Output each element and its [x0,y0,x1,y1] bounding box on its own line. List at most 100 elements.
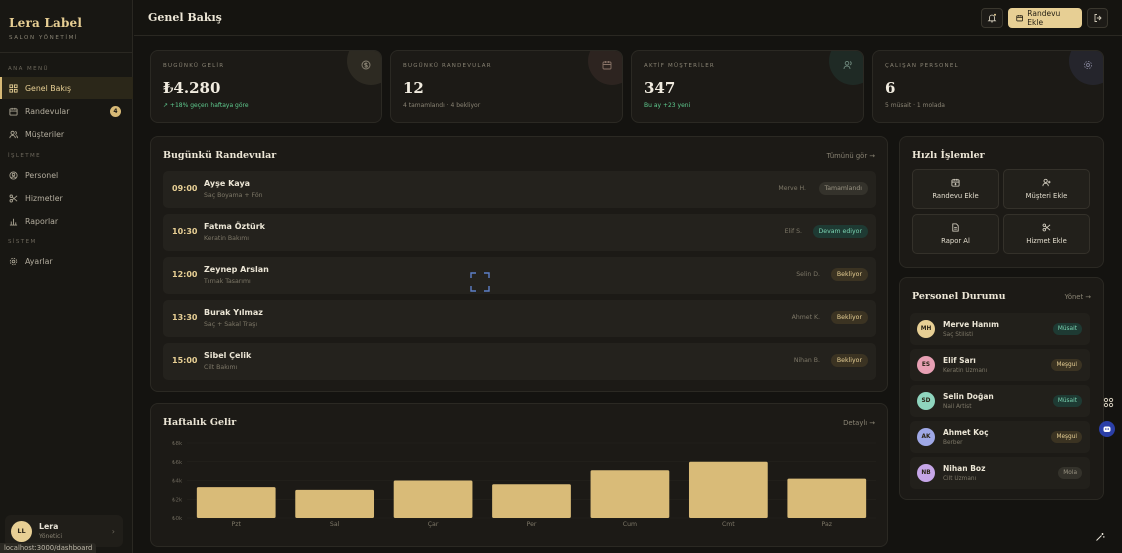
staff-name: Selin D. [796,271,820,278]
bar-chart-icon [9,218,18,226]
section-label-ops: İŞLETME [8,153,42,159]
logout-button[interactable] [1087,8,1108,28]
bar-Cmt[interactable] [688,461,768,518]
appointment-row[interactable]: 09:00 Ayşe Kaya Saç Boyama + Fön Merve H… [163,171,876,208]
x-tick-label: Cum [623,521,637,528]
staff-name: Merve Hanım [943,320,999,329]
service-name: Saç Boyama + Fön [204,192,263,199]
appointment-time: 09:00 [172,184,198,193]
weekly-revenue-panel: Haftalık Gelir Detaylı → ₺0k ₺2k ₺4k ₺6k ₺8k… [150,403,888,547]
sidebar-item-label: Müşteriler [25,129,65,139]
x-tick-label: Paz [822,521,833,528]
staff-row[interactable]: MH Merve Hanım Saç Stilisti Müsait [910,313,1090,345]
staff-name: Merve H. [778,185,806,192]
staff-row[interactable]: AK Ahmet Koç Berber Meşgul [910,421,1090,453]
x-tick-label: Çar [428,521,439,528]
status-badge: Müsait [1052,323,1082,335]
y-tick-label: ₺8k [172,441,183,447]
status-bar-url: localhost:3000/dashboard [0,543,97,553]
bar-Pzt[interactable] [196,487,276,518]
appointments-title: Bugünkü Randevular [163,150,277,161]
page-title: Genel Bakış [148,11,222,24]
appointment-row[interactable]: 12:00 Zeynep Arslan Tırnak Tasarımı Seli… [163,257,876,294]
stat-subtext: Bu ay +23 yeni [644,102,691,109]
customer-name: Sibel Çelik [204,351,252,360]
bar-Cum[interactable] [590,470,670,518]
staff-row[interactable]: ES Elif Sarı Keratin Uzmanı Meşgul [910,349,1090,381]
staff-name: Ahmet Koç [943,428,989,437]
quick-add-appointment-button[interactable]: Randevu Ekle [912,169,999,209]
customer-name: Ayşe Kaya [204,179,251,188]
sidebar-item-overview[interactable]: Genel Bakış [0,77,133,99]
appointment-row[interactable]: 10:30 Fatma Öztürk Keratin Bakımı Elif S… [163,214,876,251]
sidebar-item-reports[interactable]: Raporlar [0,210,133,232]
quick-action-label: Rapor Al [941,237,970,245]
avatar: ES [917,356,935,374]
notification-button[interactable] [981,8,1003,28]
bell-icon [987,13,997,23]
avatar: LL [11,520,32,542]
sidebar-item-label: Personel [25,170,59,180]
apps-grid-button[interactable] [1101,395,1115,409]
manage-staff-link[interactable]: Yönet → [1065,293,1091,301]
user-circle-icon [9,170,18,180]
staff-row[interactable]: SD Selin Doğan Nail Artist Müsait [910,385,1090,417]
status-badge: Devam ediyor [812,225,868,238]
service-name: Saç + Sakal Traşı [204,321,258,328]
sidebar-item-label: Randevular [25,106,70,116]
status-badge: Bekliyor [830,354,868,367]
scissors-icon [9,194,18,202]
staff-role: Cilt Uzmanı [943,476,977,482]
focus-frame-icon [470,272,490,292]
y-tick-label: ₺0k [172,516,183,522]
status-badge: Meşgul [1051,431,1082,443]
sidebar-item-appointments[interactable]: Randevular 4 [0,100,133,122]
quick-action-label: Hizmet Ekle [1026,237,1067,245]
staff-role: Nail Artist [943,404,972,410]
service-name: Keratin Bakımı [204,235,250,242]
stat-value: ₺4.280 [163,79,221,97]
apps-grid-icon [1103,397,1113,407]
view-all-link[interactable]: Tümünü gör → [827,152,875,160]
user-plus-icon [1042,178,1051,187]
y-tick-label: ₺6k [172,460,183,466]
quick-add-service-button[interactable]: Hizmet Ekle [1003,214,1090,254]
bar-Per[interactable] [492,484,571,518]
magic-wand-button[interactable] [1093,530,1107,544]
appointment-row[interactable]: 15:00 Sibel Çelik Cilt Bakımı Nihan B. B… [163,343,876,380]
staff-row[interactable]: NB Nihan Boz Cilt Uzmanı Mola [910,457,1090,489]
sidebar-item-settings[interactable]: Ayarlar [0,250,133,272]
assistant-bot-button[interactable] [1099,421,1115,437]
stat-subtext: 5 müsait · 1 molada [885,102,945,109]
customer-name: Burak Yılmaz [204,308,263,317]
staff-name: Elif Sarı [943,356,976,365]
add-appointment-label: Randevu Ekle [1027,9,1061,27]
sidebar-item-label: Ayarlar [25,256,53,266]
appointment-row[interactable]: 13:30 Burak Yılmaz Saç + Sakal Traşı Ahm… [163,300,876,337]
appointment-time: 10:30 [172,227,198,236]
quick-report-button[interactable]: Rapor Al [912,214,999,254]
appointments-panel: Bugünkü Randevular Tümünü gör → 09:00 Ay… [150,136,888,392]
brand-name: Lera Label [9,16,83,30]
brand-subtitle: SALON YÖNETİMİ [9,35,79,41]
staff-name: Nihan B. [793,357,820,364]
status-badge: Mola [1058,467,1082,479]
service-name: Tırnak Tasarımı [204,278,251,285]
sidebar-item-customers[interactable]: Müşteriler [0,123,133,145]
top-header: Genel Bakış Randevu Ekle [134,0,1122,36]
add-appointment-button[interactable]: Randevu Ekle [1008,8,1082,28]
bar-Paz[interactable] [787,478,867,518]
staff-name: Elif S. [784,228,802,235]
stat-label: BUGÜNKÜ GELİR [163,63,225,69]
bar-Çar[interactable] [393,480,473,519]
sidebar-item-services[interactable]: Hizmetler [0,187,133,209]
chevron-right-icon: › [111,526,115,536]
x-tick-label: Cmt [722,521,735,528]
staff-status-title: Personel Durumu [912,291,1006,302]
gear-icon [1083,60,1093,70]
sidebar-item-staff[interactable]: Personel [0,164,133,186]
appointment-time: 12:00 [172,270,198,279]
bot-icon [1103,426,1111,432]
quick-add-customer-button[interactable]: Müşteri Ekle [1003,169,1090,209]
bar-Sal[interactable] [295,489,375,518]
